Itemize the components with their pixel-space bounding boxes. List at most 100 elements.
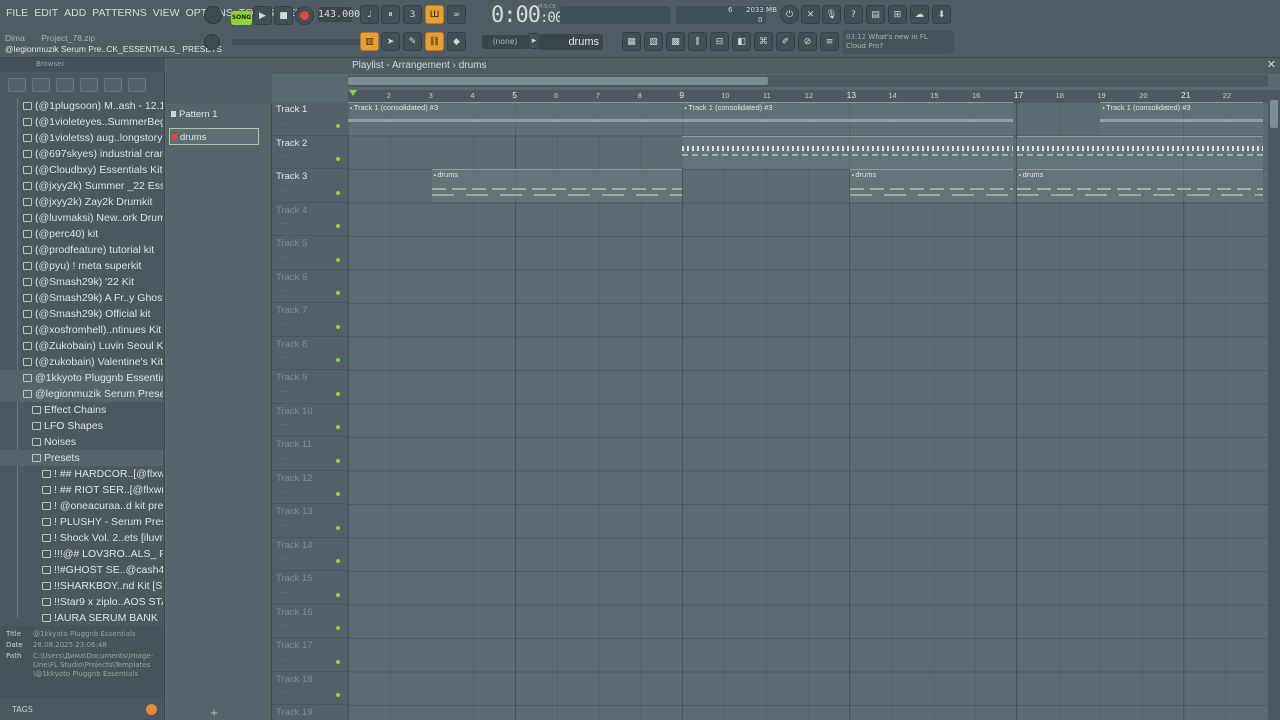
help-icon[interactable]: ? [844,5,863,24]
plugin-database-icon[interactable]: ◧ [732,32,751,51]
browser-files-button[interactable] [32,78,50,92]
playlist-icon[interactable]: ▦ [622,32,641,51]
script-icon[interactable]: ≡ [820,32,839,51]
track-mute-led[interactable] [336,626,340,630]
track-grip-icon[interactable]: ··· [282,288,288,294]
master-pitch-slider[interactable] [232,39,360,45]
monitor-panel[interactable] [560,6,670,24]
stop-button[interactable]: ■ [274,6,293,25]
track-mute-led[interactable] [336,123,340,128]
close-icon[interactable]: ✕ [1267,58,1276,71]
track-mute-led[interactable] [336,693,340,697]
track-header[interactable]: Track 16 ··· [272,605,348,638]
snap-button[interactable]: ▥ [360,32,379,51]
track-header[interactable]: Track 7 ··· [272,303,348,337]
browser-folder-item[interactable]: (@Zukobain) Luvin Seoul Kit 2022 [0,338,163,354]
track-grip-icon[interactable]: ··· [282,154,288,160]
track-header[interactable]: Track 4 ··· [272,203,348,236]
browser-folder-item[interactable]: (@luvmaksi) New..ork Drumkit 22! [0,210,163,226]
track-grip-icon[interactable]: ··· [282,355,288,361]
playhead-marker[interactable] [349,90,357,96]
pattern-selector[interactable]: drums [539,34,603,50]
track-mute-led[interactable] [336,291,340,295]
browser-folder-item[interactable]: (@xosfromhell)..ntinues Kit 2020 [0,322,163,338]
browser-all-button[interactable] [8,78,26,92]
audio-clip[interactable]: Track 1 (consolidated) #3 [348,102,683,135]
mixer-link-icon[interactable]: ⊞ [888,5,907,24]
brush-icon[interactable]: ✐ [776,32,795,51]
browser-folder-item[interactable]: ! PLUSHY - Serum Presets [0,514,163,530]
loop-record-button[interactable]: ∞ [447,5,466,24]
browser-folder-item[interactable]: !!#GHOST SE..@cash4playt] [0,562,163,578]
track-mute-led[interactable] [336,559,340,563]
track-header[interactable]: Track 15 ··· [272,571,348,605]
vscroll-thumb[interactable] [1270,100,1278,128]
add-pattern-button[interactable]: + [210,708,218,719]
timeline-ruler[interactable]: 2 3 4 5 6 7 8 9 10 11 12 13 14 15 16 17 18 19 20 21 22 [348,90,1268,102]
pattern-clip[interactable] [682,135,1013,169]
track-mute-led[interactable] [336,324,340,329]
track-mute-led[interactable] [336,659,340,664]
browser-folder-item[interactable]: Noises [0,434,163,450]
browser-folder-item[interactable]: ! ## HARDCOR..[@flxwrency] [0,466,163,482]
countdown-button[interactable]: 3 [403,5,422,24]
playlist-titlebar[interactable]: Playlist - Arrangement › drums ✕ [272,58,1280,74]
track-header[interactable]: Track 5 ··· [272,236,348,270]
track-grip-icon[interactable]: ··· [282,690,288,696]
track-mute-led[interactable] [336,525,340,530]
audio-clip[interactable]: Track 1 (consolidated) #3 [682,102,1013,135]
track-grip-icon[interactable]: ··· [282,489,288,495]
panic-icon[interactable]: ✕ [801,5,820,24]
track-grip-icon[interactable]: ··· [282,322,288,328]
master-pitch-knob[interactable] [204,34,220,50]
browser-folder-item[interactable]: (@Smash29k) A Fr..y Ghost Kit '23 [0,290,163,306]
render-icon[interactable]: ▤ [866,5,885,24]
track-header[interactable]: Track 13 ··· [272,504,348,538]
browser-folder-item[interactable]: (@1violeteyes..SummerBeginsKit [0,114,163,130]
track-mute-led[interactable] [336,492,340,496]
pencil-tool-icon[interactable]: ✎ [403,32,422,51]
browser-folder-item[interactable]: !!Star9 x ziplo..AOS STASH KIT [0,594,163,610]
browser-icon[interactable]: ⊟ [710,32,729,51]
browser-folder-item[interactable]: !AURA SERUM BANK [0,610,163,626]
master-volume-knob[interactable] [204,6,222,24]
mute-icon[interactable]: ⊘ [798,32,817,51]
track-grip-icon[interactable]: ··· [282,523,288,529]
track-header[interactable]: Track 12 ··· [272,471,348,504]
track-mute-led[interactable] [336,224,340,228]
track-header[interactable]: Track 18 ··· [272,672,348,705]
stamp-icon[interactable]: ◆ [447,32,466,51]
search-icon[interactable] [146,704,157,715]
pattern-clip[interactable]: drums [431,169,683,202]
browser-folder-item[interactable]: @legionmuzik Serum Presets [0,386,163,402]
mixer-icon[interactable]: ⫼ [688,32,707,51]
browser-folder-item[interactable]: !!SHARKBOY..nd Kit [SERUM] [0,578,163,594]
browser-folder-item[interactable]: (@697skyes) industrial cranes kit [0,146,163,162]
browser-folder-item[interactable]: ! ## RIOT SER..[@flxwrency] [0,482,163,498]
browser-folder-item[interactable]: ! Shock Vol. 2..ets [iluvmori] [0,530,163,546]
track-grip-icon[interactable]: ··· [282,623,288,629]
browser-folder-item[interactable]: !!!@# LOV3RO..ALS_ PRESETS [0,546,163,562]
metronome-button[interactable]: ♩ [360,5,379,24]
track-grip-icon[interactable]: ··· [282,422,288,428]
track-mute-led[interactable] [336,458,340,463]
tempo-display[interactable]: 143.000 [318,7,360,22]
track-grip-icon[interactable]: ··· [282,657,288,663]
wait-for-input-button[interactable]: ⏸ [381,5,400,24]
browser-folder-item[interactable]: ! @oneacuraa..d kit presets [0,498,163,514]
pattern-clip[interactable]: drums [849,169,1013,202]
track-header[interactable]: Track 6 ··· [272,270,348,303]
track-header[interactable]: Track 19··· [272,705,348,720]
browser-folder-item[interactable]: (@zukobain) Valentine's Kit [0,354,163,370]
step-edit-button[interactable]: Ш [425,5,444,24]
scroll-thumb[interactable] [348,77,768,85]
playlist-grid[interactable]: Track 1 (consolidated) #3 Track 1 (consol… [348,102,1268,720]
track-mute-led[interactable] [336,391,340,396]
browser-folder-item[interactable]: (@perc40) kit [0,226,163,242]
track-mute-led[interactable] [336,257,340,262]
pattern-clip[interactable] [1016,135,1264,169]
horizontal-scrollbar[interactable] [348,75,1268,87]
microphone-icon[interactable]: 🎙 [822,5,841,24]
track-grip-icon[interactable]: ··· [282,456,288,462]
track-header[interactable]: Track 2 ··· [272,136,348,169]
